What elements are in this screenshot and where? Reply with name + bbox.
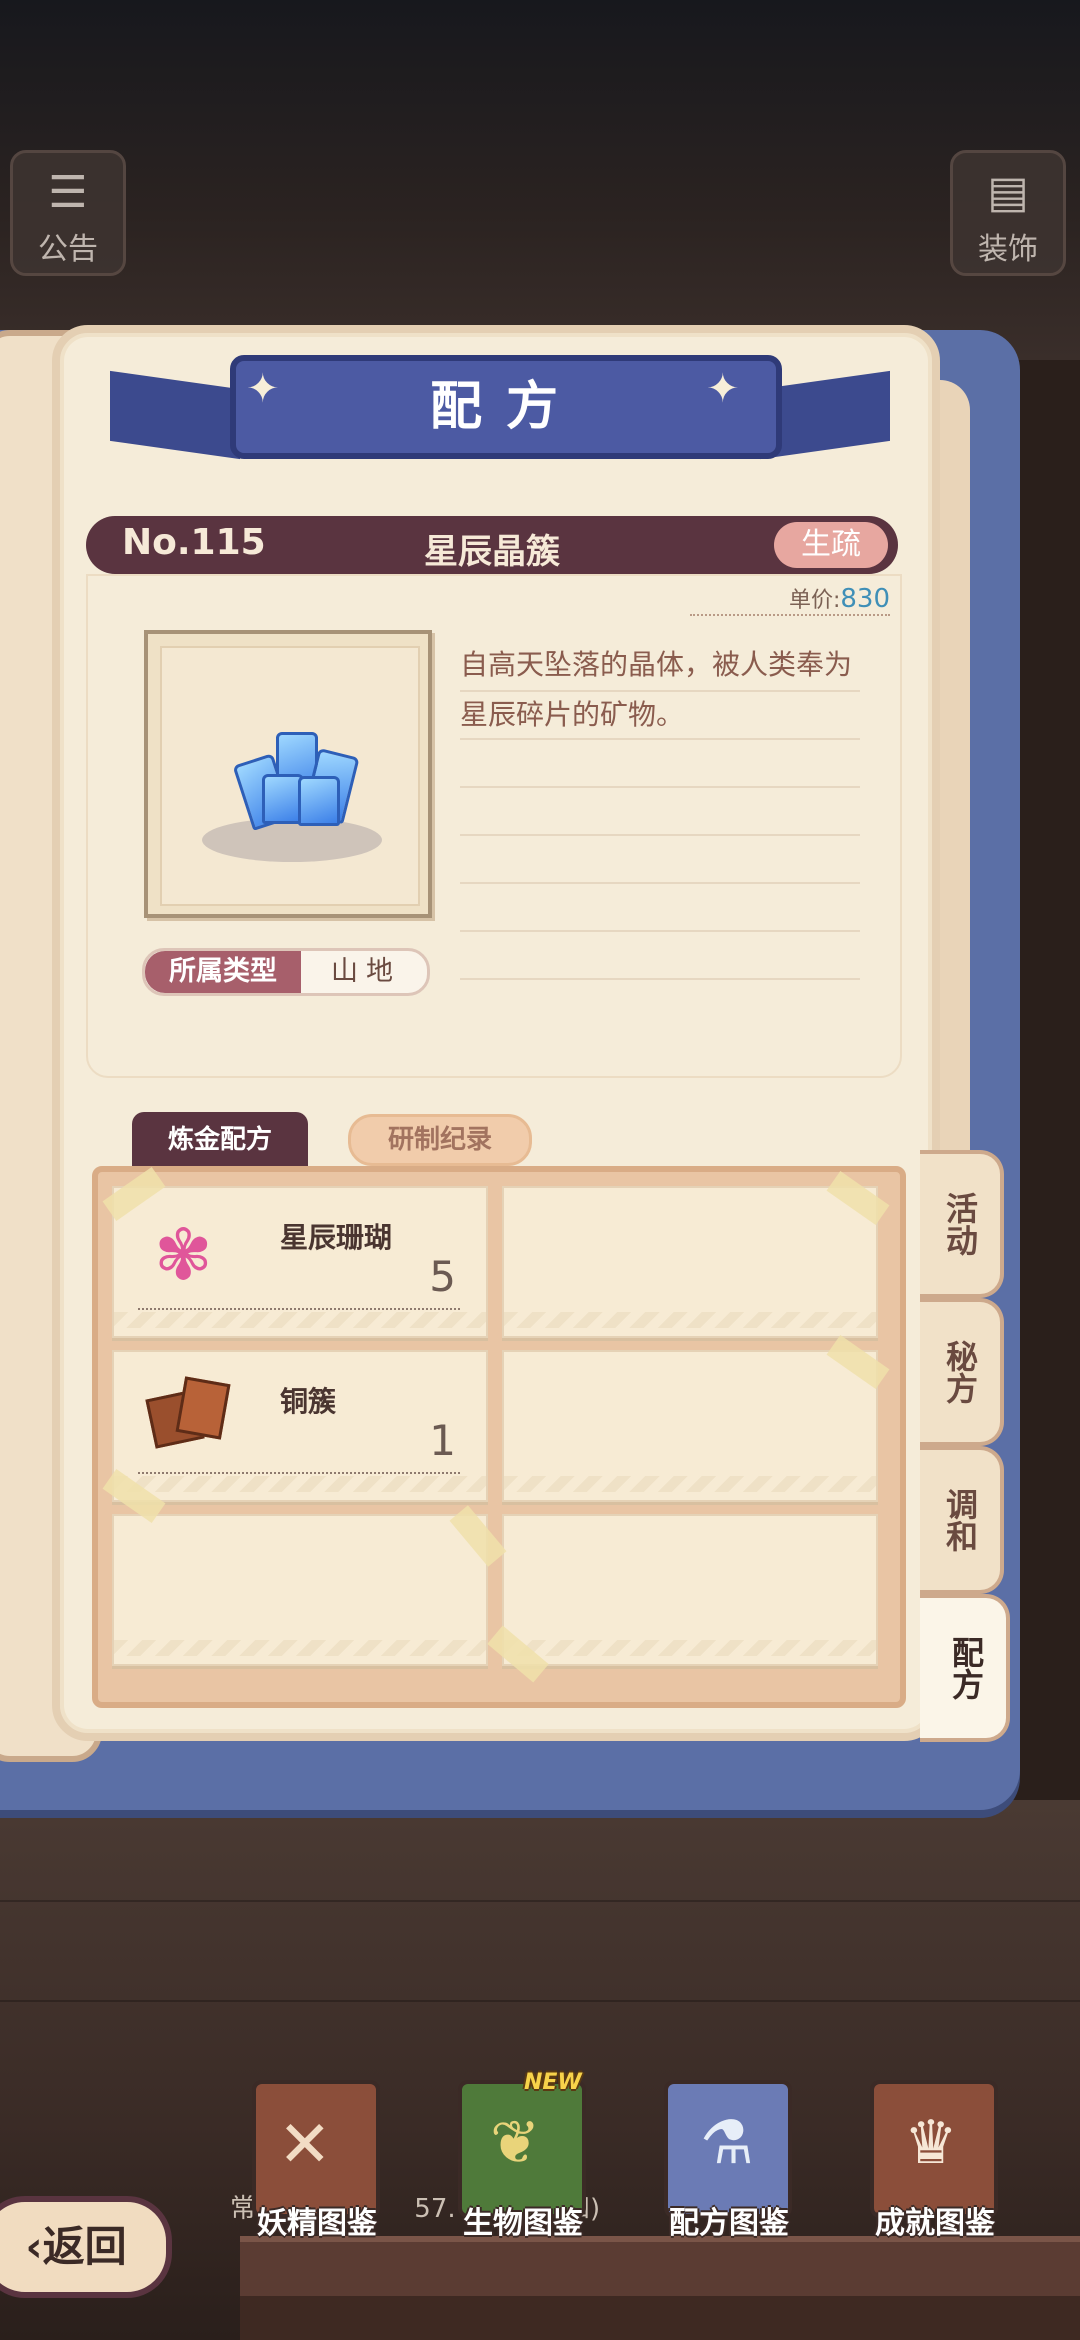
copper-ore-icon: [145, 1376, 231, 1449]
nav-recipe-guide[interactable]: ⚗ 配方图鉴: [634, 2070, 824, 2241]
floor-plank: [0, 1900, 1080, 1902]
item-image-frame: [144, 630, 432, 918]
type-label: 所属类型: [145, 951, 301, 993]
floor-plank: [0, 2000, 1080, 2002]
ingredient-name: 星辰珊瑚: [280, 1221, 393, 1254]
background-top: [0, 0, 1080, 360]
side-tab-secret[interactable]: 秘方: [920, 1298, 1004, 1446]
nav-shelf: [240, 2236, 1080, 2302]
page-title: 配方: [230, 355, 782, 459]
side-tab-event[interactable]: 活动: [920, 1150, 1004, 1298]
recipe-grid: ✾ 星辰珊瑚 5 铜簇 1: [92, 1166, 906, 1708]
rarity-badge: 生疏: [774, 522, 888, 568]
tab-research-record[interactable]: 研制纪录: [348, 1114, 532, 1166]
decor-button[interactable]: ▤ 装饰: [950, 150, 1066, 276]
chevron-left-icon: ‹: [25, 2222, 43, 2271]
notice-icon: ☰: [48, 167, 88, 218]
new-badge: NEW: [524, 2070, 582, 2095]
nav-fairy-guide[interactable]: ✕ 妖精图鉴: [222, 2070, 412, 2241]
nav-creature-guide[interactable]: ❦ NEW 生物图鉴: [428, 2070, 618, 2241]
recipe-slot[interactable]: 铜簇 1: [112, 1350, 488, 1502]
item-header: No.115 星辰晶簇 生疏: [86, 516, 898, 574]
recipe-slot-empty[interactable]: [502, 1514, 878, 1666]
crystal-cluster-icon: [232, 728, 362, 838]
type-pill: 所属类型 山地: [142, 948, 430, 996]
recipe-slot[interactable]: ✾ 星辰珊瑚 5: [112, 1186, 488, 1338]
star-icon: ✦: [246, 366, 280, 412]
recipe-slot-empty[interactable]: [112, 1514, 488, 1666]
side-tab-blend[interactable]: 调和: [920, 1446, 1004, 1594]
tab-alchemy-recipe[interactable]: 炼金配方: [132, 1112, 308, 1168]
coral-icon: ✾: [154, 1214, 213, 1296]
back-button[interactable]: ‹返回: [0, 2196, 172, 2298]
decor-icon: ▤: [987, 167, 1029, 218]
side-tab-recipe[interactable]: 配方: [920, 1594, 1010, 1742]
type-value: 山地: [331, 956, 401, 987]
price-value: 830: [840, 584, 890, 614]
notice-button[interactable]: ☰ 公告: [10, 150, 126, 276]
recipe-slot-empty[interactable]: [502, 1186, 878, 1338]
recipe-slot-empty[interactable]: [502, 1350, 878, 1502]
ingredient-count: 5: [429, 1252, 456, 1301]
price: 单价:830: [690, 582, 890, 616]
ingredient-name: 铜簇: [280, 1385, 337, 1418]
nav-achievement-guide[interactable]: ♛ 成就图鉴: [840, 2070, 1030, 2241]
star-icon: ✦: [706, 366, 740, 412]
ingredient-count: 1: [429, 1416, 456, 1465]
